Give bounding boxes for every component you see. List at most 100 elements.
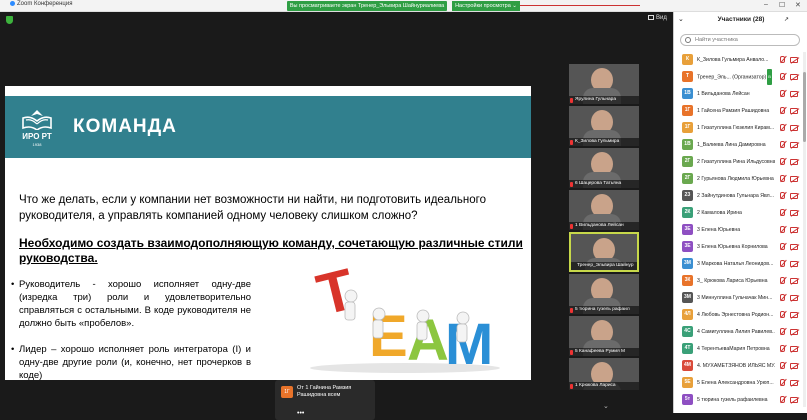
- bullet-lider: • Лидер – хорошо исполняет роль интеграт…: [11, 344, 251, 380]
- mic-muted-icon: [570, 182, 573, 187]
- participant-list-scrollbar[interactable]: [803, 52, 806, 407]
- participant-row[interactable]: 2З 2 Зайнутдинова Гульнара Явл...: [674, 188, 802, 204]
- participant-avatar: 3Е: [682, 241, 693, 252]
- participant-avatar: 4Т: [682, 343, 693, 354]
- iro-logo: ИРО РТ 1938: [11, 102, 63, 152]
- participant-row[interactable]: 2К 2 Камалова Ирина: [674, 205, 802, 221]
- mic-muted-icon: [780, 124, 785, 131]
- mic-muted-icon: [780, 362, 785, 369]
- slide-header: ИРО РТ 1938 КОМАНДА: [5, 96, 531, 158]
- participant-row[interactable]: 3Е 3 Елена Юрьевна Корнилова: [674, 239, 802, 255]
- participant-avatar: 4С: [682, 326, 693, 337]
- participant-row[interactable]: 4Т 4 ТерентьеваМария Петровна: [674, 341, 802, 357]
- slide-question: Что же делать, если у компании нет возмо…: [19, 194, 486, 222]
- mic-muted-icon: [780, 226, 785, 233]
- video-thumbnail[interactable]: К_Зилова Гульмира: [569, 106, 639, 146]
- participant-avatar: 1Г: [682, 105, 693, 116]
- mic-muted-icon: [780, 311, 785, 318]
- view-options-button[interactable]: Настройки просмотра ⌄: [452, 1, 520, 11]
- camera-off-icon: [790, 210, 798, 216]
- participant-row[interactable]: 5Е 5 Елена Александровна Урюп...: [674, 375, 802, 391]
- mic-muted-icon: [780, 379, 785, 386]
- mic-muted-icon: [570, 98, 573, 103]
- mic-muted-icon: [780, 328, 785, 335]
- video-thumbnail[interactable]: 6 Шацерова Татьяна: [569, 148, 639, 188]
- more-icon[interactable]: •••: [297, 410, 304, 417]
- participant-name: 3 Маркова Наталья Леонидов...: [697, 261, 774, 267]
- participant-name: 2 Зайнутдинова Гульнара Явл...: [697, 193, 774, 199]
- mic-muted-icon: [780, 209, 785, 216]
- popout-icon[interactable]: ↗: [784, 12, 789, 28]
- video-thumbnail[interactable]: Ярулина Гульнара: [569, 64, 639, 104]
- participant-name: 4 Самигуллина Лилия Равилев...: [697, 329, 775, 335]
- participant-row[interactable]: 4С 4 Самигуллина Лилия Равилев...: [674, 324, 802, 340]
- participant-avatar: 2Г: [682, 156, 693, 167]
- search-icon: [685, 37, 691, 43]
- chat-avatar: 1Г: [281, 386, 293, 398]
- mic-muted-icon: [780, 158, 785, 165]
- participant-name: 1 Вильданова Лейсан: [697, 91, 750, 97]
- participant-avatar: 3М: [682, 292, 693, 303]
- mic-muted-icon: [780, 141, 785, 148]
- window-titlebar: Zoom Конференция Вы просматриваете экран…: [0, 0, 807, 12]
- video-thumbnail[interactable]: 5 тюрина гузель рафаил: [569, 274, 639, 314]
- participant-avatar: 1В: [682, 139, 693, 150]
- participant-row[interactable]: Т Тренер_Эль... (Организатор) В: [674, 69, 802, 85]
- participant-name: 3 Миннуллина Гульчачак Мин...: [697, 295, 773, 301]
- team-illustration: T E A M: [310, 256, 500, 374]
- participant-row[interactable]: 4Л 4 Любовь Эрнестовна Родион...: [674, 307, 802, 323]
- camera-off-icon: [790, 142, 798, 148]
- mic-muted-icon: [570, 350, 573, 355]
- participant-avatar: Т: [682, 71, 693, 82]
- participant-name: 3 Елена Юрьевна: [697, 227, 741, 233]
- app-title: Zoom Конференция: [10, 1, 72, 7]
- minimize-button[interactable]: –: [764, 1, 768, 8]
- participant-row[interactable]: 3К 3_ Крюкова Лариса Юрьевна: [674, 273, 802, 289]
- close-button[interactable]: ✕: [795, 1, 801, 9]
- participant-row[interactable]: 2Г 2 Гизатуллина Рина Ильдусовна: [674, 154, 802, 170]
- maximize-button[interactable]: ☐: [779, 1, 785, 9]
- camera-off-icon: [790, 193, 798, 199]
- participant-row[interactable]: 1В 1 Вильданова Лейсан: [674, 86, 802, 102]
- participant-name: 3 Елена Юрьевна Корнилова: [697, 244, 768, 250]
- participant-avatar: 4М: [682, 360, 693, 371]
- video-thumbnail[interactable]: 1 Вильданова Лейсан: [569, 190, 639, 230]
- encryption-shield-icon[interactable]: [6, 16, 13, 24]
- participant-name: 5 тюрина гузель рафаилевна: [697, 397, 768, 403]
- thumbnail-scroll-down-icon[interactable]: ⌄: [603, 402, 613, 410]
- participant-row[interactable]: 1В 1_Валиева Лина Дамировна: [674, 137, 802, 153]
- video-thumbnail[interactable]: 1 Крюкова Лариса: [569, 358, 639, 390]
- participant-row[interactable]: 3М 3 Миннуллина Гульчачак Мин...: [674, 290, 802, 306]
- participant-row[interactable]: 3Е 3 Елена Юрьевна: [674, 222, 802, 238]
- participant-name: 1_Валиева Лина Дамировна: [697, 142, 766, 148]
- camera-off-icon: [790, 312, 798, 318]
- participant-search-input[interactable]: Найти участника: [680, 34, 800, 46]
- slide-title: КОМАНДА: [73, 116, 177, 137]
- chat-notification[interactable]: 1Г От 1 Гайнина Рамзия Рашидовна всем ••…: [275, 380, 375, 420]
- view-button[interactable]: Вид: [648, 15, 667, 21]
- video-thumbnail[interactable]: 5 Канафеева Румия М: [569, 316, 639, 356]
- participant-avatar: 1В: [682, 88, 693, 99]
- camera-off-icon: [790, 74, 798, 80]
- participant-row[interactable]: 5т 5 тюрина гузель рафаилевна: [674, 392, 802, 408]
- participant-row[interactable]: 2Г 2 Гурьянова Людмила Юрьевна: [674, 171, 802, 187]
- participant-name: 4 Любовь Эрнестовна Родион...: [697, 312, 774, 318]
- camera-off-icon: [790, 57, 798, 63]
- book-logo-icon: [22, 110, 52, 130]
- participant-name: Тренер_Эль... (Организатор) В: [697, 69, 775, 85]
- mic-muted-icon: [780, 107, 785, 114]
- participant-row[interactable]: 1Г 1 Гайсена Рамзия Рашидовна: [674, 103, 802, 119]
- mic-muted-icon: [780, 277, 785, 284]
- video-thumbnail-active[interactable]: Тренер_Эльвира Шайнур: [569, 232, 639, 272]
- participant-row[interactable]: 3М 3 Маркова Наталья Леонидов...: [674, 256, 802, 272]
- participant-avatar: 4Л: [682, 309, 693, 320]
- participant-row[interactable]: 1Г 1 Гизатуллина Гюзелия Кирам...: [674, 120, 802, 136]
- participant-name: 2 Гизатуллина Рина Ильдусовна: [697, 159, 775, 165]
- participant-row[interactable]: К К_Зилова Гульмира Анвало...: [674, 52, 802, 68]
- camera-off-icon: [790, 244, 798, 250]
- logo-year: 1938: [32, 142, 42, 147]
- shared-slide: ИРО РТ 1938 КОМАНДА Что же делать, если …: [5, 86, 531, 380]
- participant-row[interactable]: 4М 4. МУХАМЕТЗЯНОВ ИЛЬЯС МУ...: [674, 358, 802, 374]
- participant-avatar: 1Г: [682, 122, 693, 133]
- mic-muted-icon: [570, 308, 573, 313]
